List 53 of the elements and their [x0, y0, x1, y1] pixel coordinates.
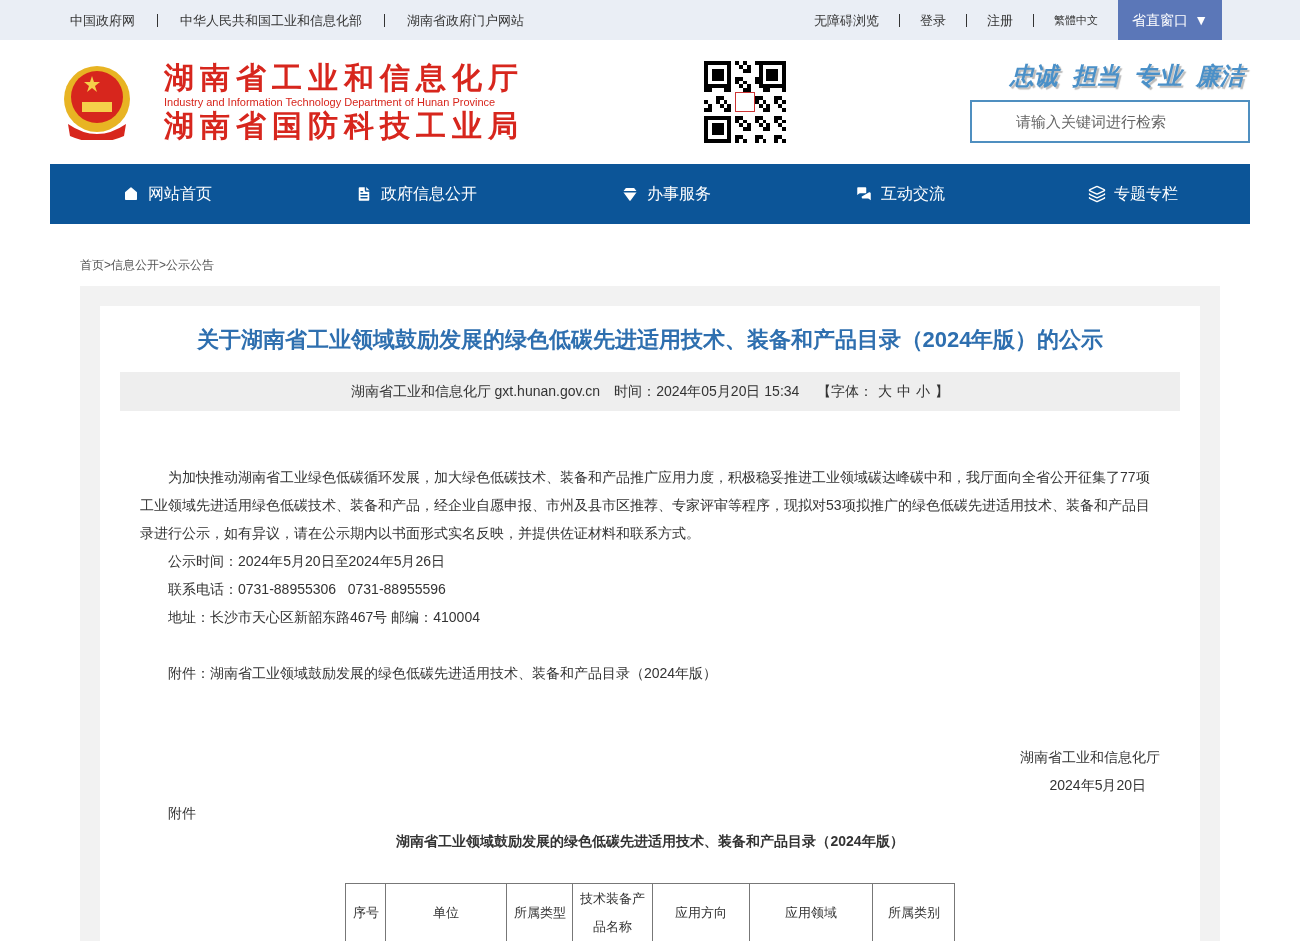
body-paragraph: 联系电话：0731-88955306 0731-88955596	[167, 580, 447, 599]
table-header-cell: 技术装备产品名称	[572, 883, 653, 941]
search-field[interactable]: 请输入关键词进行检索	[970, 99, 1250, 143]
qr-code-icon	[704, 61, 786, 143]
chat-icon	[854, 185, 873, 203]
breadcrumb-link[interactable]: 公示公告	[166, 256, 215, 274]
body-paragraph: 附件	[167, 804, 197, 823]
site-subtitle: Industry and Information Technology Department of Hunan Province	[164, 95, 497, 109]
slogan-text: 担当	[1072, 61, 1120, 90]
article-title: 关于湖南省工业领域鼓励发展的绿色低碳先进适用技术、装备和产品目录（2024年版）的公示	[195, 326, 1105, 354]
top-link[interactable]: 无障碍浏览	[814, 13, 880, 27]
top-link[interactable]: 注册	[966, 13, 1014, 27]
greater-than-sign: >	[104, 257, 111, 274]
site-title: 湖南省国防科技工业局	[164, 109, 524, 143]
nav-item[interactable]: 专题专栏	[1088, 182, 1179, 206]
body-paragraph: 为加快推动湖南省工业绿色低碳循环发展，加大绿色低碳技术、装备和产品推广应用力度，积极稳妥推进工业领域碳达峰碳中和，我厅面向全省公开征集了77项工业领域先进适用绿色低碳技术、装备和产品，经企业自愿申报、市州及县市区推荐、专家评审等程序，现拟对53项拟推广的绿色低碳先进适用技术、装备和产品目录进行公示，如有异议，请在公示期内以书面形式实名反映，并提供佐证材料和联系方式。	[140, 468, 1151, 543]
table-header-cell: 序号	[345, 883, 386, 941]
emblem-icon	[62, 64, 132, 140]
date-text: 2024年5月20日	[1048, 776, 1147, 795]
font-size-label: 【字体：	[817, 382, 874, 401]
breadcrumb-link[interactable]: 信息公开	[111, 256, 159, 274]
table-header-cell: 所属类别	[872, 883, 955, 941]
font-size-link[interactable]: 中	[897, 381, 912, 402]
table-header-cell: 单位	[385, 883, 507, 941]
top-link[interactable]: 繁體中文	[1033, 13, 1099, 27]
time-text: 时间：2024年05月20日 15:34	[614, 382, 800, 401]
slogan-text: 专业	[1134, 61, 1182, 90]
nav-item[interactable]: 办事服务	[621, 182, 711, 206]
attachment-link[interactable]: 附件：湖南省工业领域鼓励发展的绿色低碳先进适用技术、装备和产品目录（2024年版）	[140, 659, 1160, 687]
table-header-cell: 应用领域	[749, 883, 873, 941]
nav-item[interactable]: 政府信息公开	[355, 182, 478, 206]
top-link[interactable]: 中华人民共和国工业和信息化部	[157, 13, 362, 27]
signature-text: 湖南省工业和信息化厅	[1019, 748, 1160, 767]
font-size-bracket: 】	[935, 382, 950, 401]
top-link[interactable]: 湖南省政府门户网站	[384, 13, 524, 27]
nav-item[interactable]: 网站首页	[121, 182, 212, 206]
font-size-link[interactable]: 小	[916, 381, 931, 402]
table-header-cell: 所属类型	[506, 883, 573, 941]
menu-button[interactable]: 省直窗口 ▼	[1118, 0, 1222, 40]
diamond-icon	[621, 185, 639, 203]
top-link[interactable]: 中国政府网	[70, 13, 135, 27]
site-title: 湖南省工业和信息化厅	[164, 61, 524, 95]
font-size-link[interactable]: 大	[878, 381, 893, 402]
table-header-cell: 应用方向	[652, 883, 750, 941]
source-text: 湖南省工业和信息化厅 gxt.hunan.gov.cn	[350, 382, 601, 401]
breadcrumb-link[interactable]: 首页	[80, 256, 104, 274]
nav-item[interactable]: 互动交流	[854, 182, 945, 206]
top-link[interactable]: 登录	[899, 13, 947, 27]
body-paragraph: 地址：长沙市天心区新韶东路467号 邮编：410004	[167, 608, 481, 627]
table-caption: 湖南省工业领域鼓励发展的绿色低碳先进适用技术、装备和产品目录（2024年版）	[395, 832, 905, 851]
layers-icon	[1088, 185, 1107, 203]
body-paragraph: 公示时间：2024年5月20日至2024年5月26日	[167, 552, 446, 571]
greater-than-sign: >	[159, 257, 167, 274]
